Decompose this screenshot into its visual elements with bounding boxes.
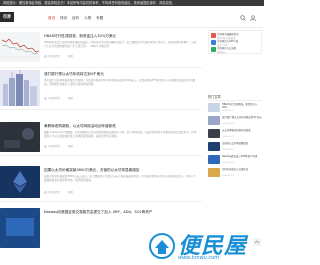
article-author[interactable]: 币界网资讯	[48, 55, 60, 58]
scroll-to-top-button[interactable]	[253, 238, 261, 246]
hot-article-title[interactable]: Nasdaq提交加入XRP等资产申请	[222, 155, 262, 161]
price-chart-image	[0, 38, 40, 58]
article-author[interactable]: 币界网资讯	[48, 97, 60, 100]
hot-article-item[interactable]: 渣打银行预以太坊年底将达到4千美元 2024-05-21	[208, 116, 262, 127]
nav-item-topics[interactable]: 专题	[96, 16, 103, 21]
dark-news-image	[0, 122, 40, 152]
blue-crypto-image	[0, 166, 40, 198]
hot-article-title[interactable]: 渣打银行预以太坊年底将达到4千美元	[222, 116, 262, 122]
hot-article-date: 2024-05-21	[222, 148, 235, 151]
nasdaq-image	[0, 208, 40, 248]
article-author[interactable]: 币界网资讯	[48, 191, 60, 194]
hot-article-item[interactable]: 以太坊网络活动创年度新低 2024-05-21	[208, 129, 262, 140]
promo-icon	[211, 47, 216, 52]
promo-item[interactable]: 币界网币圈最新资讯 实时行情 快讯推送	[211, 33, 263, 40]
site-logo[interactable]: 币界	[0, 12, 14, 22]
author-avatar	[44, 191, 47, 194]
sidebar-promo-box: 币界网币圈最新资讯 实时行情 快讯推送 币界网官方APP下载 安卓 / iOS …	[208, 30, 262, 54]
hot-article-date: 2024-05-21	[222, 135, 235, 138]
hot-article-thumbnail[interactable]	[208, 168, 220, 177]
search-icon[interactable]	[240, 15, 246, 21]
hot-article-date: 2024-05-21	[222, 174, 235, 177]
article-meta: 币界网资讯 刚刚	[44, 54, 73, 58]
hot-article-thumbnail[interactable]	[208, 116, 220, 125]
article-card[interactable]: HBAR可行性或跳涨，新资金注入30%万美元 HBAR在过去几天的价格表现相当强…	[0, 30, 202, 68]
article-card[interactable]: 渣打银行预以太坊年底将达到4千美元 渣打银行分析师在最新报告中预测，以太坊价格有…	[0, 68, 202, 110]
arrow-up-icon	[254, 240, 260, 244]
hot-article-title[interactable]: 去链的以太坊将显著增加	[222, 142, 262, 148]
hot-article-thumbnail[interactable]	[208, 142, 220, 151]
article-meta: 币界网资讯 刚刚	[44, 144, 73, 148]
hot-article-date: 2024-05-21	[222, 122, 235, 125]
article-meta: 币界网资讯 刚刚	[44, 96, 73, 100]
hot-article-thumbnail[interactable]	[208, 155, 220, 164]
hot-article-date: 2024-05-21	[222, 109, 235, 112]
article-title[interactable]: HBAR可行性或跳涨，新资金注入30%万美元	[44, 34, 116, 39]
user-icon[interactable]	[250, 15, 256, 21]
nav-item-people[interactable]: 人物	[84, 16, 91, 21]
risk-warning-text: 风险提示：理性看待区块链，提高风险意识！本站所有内容仅供参考，不构成任何投资建议…	[3, 1, 176, 5]
article-thumbnail[interactable]	[0, 122, 40, 152]
article-summary: 根据 Glassnode 的数据，以太坊网络上的活跃地址数量近期明显下降，创下年…	[44, 131, 197, 138]
hot-articles-heading: 热门文章	[208, 95, 221, 99]
article-summary: HBAR在过去几天的价格表现相当强劲，市场对该代币的兴趣明显提升，链上数据显示大…	[44, 41, 197, 48]
article-card[interactable]: 黄教局收购新股，以太坊网络活动创年度新低 根据 Glassnode 的数据，以太…	[0, 120, 202, 156]
hot-article-thumbnail[interactable]	[208, 103, 220, 112]
article-time: 刚刚	[67, 145, 73, 148]
hot-article-title[interactable]: HBAR可行性或跳涨，新资金注入30%	[222, 103, 262, 109]
article-thumbnail[interactable]	[0, 208, 40, 248]
hot-article-item[interactable]: 比特币再度站上关键价位 2024-05-21	[208, 168, 262, 179]
article-thumbnail[interactable]	[0, 32, 40, 62]
promo-icon	[211, 33, 216, 38]
article-title[interactable]: 如果以太坊价格突破3800万美元，去链的以太坊将显著增加	[44, 168, 139, 173]
article-title[interactable]: 渣打银行预以太坊年底将达到4千美元	[44, 72, 104, 77]
article-title[interactable]: Nasdaq向美国证券交易委员会提交了加入 XRP、ADA、SOL等资产	[44, 210, 152, 215]
author-avatar	[44, 55, 47, 58]
hot-article-title[interactable]: 以太坊网络活动创年度新低	[222, 129, 262, 135]
nav-item-home[interactable]: 首页	[48, 16, 55, 21]
hot-article-item[interactable]: 去链的以太坊将显著增加 2024-05-21	[208, 142, 262, 153]
hot-article-item[interactable]: Nasdaq提交加入XRP等资产申请 2024-05-21	[208, 155, 262, 166]
main-nav: 币界 首页 快讯 百科 人物 专题	[0, 6, 264, 28]
promo-item[interactable]: 币界网官方APP下载 安卓 / iOS	[211, 40, 263, 47]
hot-article-item[interactable]: HBAR可行性或跳涨，新资金注入30% 2024-05-21	[208, 103, 262, 114]
watermark-url: www.bmwu.com	[178, 255, 220, 261]
article-thumbnail[interactable]	[0, 166, 40, 198]
article-time: 刚刚	[67, 97, 73, 100]
article-author[interactable]: 币界网资讯	[48, 145, 60, 148]
promo-icon	[211, 40, 216, 45]
nav-item-flash[interactable]: 快讯	[60, 16, 67, 21]
promo-subtitle: 扫码加入	[217, 51, 226, 54]
author-avatar	[44, 97, 47, 100]
author-avatar	[44, 145, 47, 148]
article-meta: 币界网资讯 刚刚	[44, 190, 73, 194]
article-thumbnail[interactable]	[0, 70, 40, 106]
article-time: 刚刚	[67, 55, 73, 58]
nav-item-wiki[interactable]: 百科	[72, 16, 79, 21]
article-summary: 如果以太坊价格突破3800万美元关口，链上数据显示大量空头头寸将面临清算风险，衍…	[44, 175, 196, 182]
hot-article-date: 2024-05-21	[222, 161, 235, 164]
city-skyline-image	[0, 70, 40, 106]
divider	[208, 100, 262, 101]
hot-article-thumbnail[interactable]	[208, 129, 220, 138]
hot-article-title[interactable]: 比特币再度站上关键价位	[222, 168, 262, 174]
watermark-emblem-icon	[149, 233, 175, 259]
article-card[interactable]: 如果以太坊价格突破3800万美元，去链的以太坊将显著增加 如果以太坊价格突破38…	[0, 164, 202, 202]
watermark: 便民屋 www.bmwu.com	[148, 228, 264, 265]
article-title[interactable]: 黄教局收购新股，以太坊网络活动创年度新低	[44, 124, 116, 129]
article-time: 刚刚	[67, 191, 73, 194]
article-summary: 渣打银行分析师在最新报告中预测，以太坊价格有望在今年年底前达到4000美元，主要…	[44, 79, 196, 86]
promo-item[interactable]: 币界网官方交流群 扫码加入	[211, 47, 263, 54]
